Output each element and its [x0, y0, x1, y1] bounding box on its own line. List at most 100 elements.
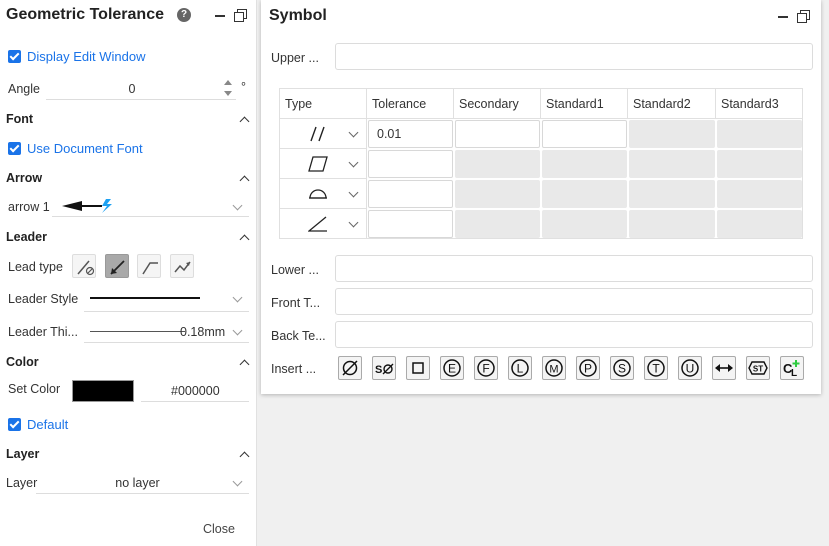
leader-style-preview[interactable] [90, 297, 200, 299]
insert-square-button[interactable] [406, 356, 430, 380]
insert-statistical-button[interactable]: ST [746, 356, 770, 380]
tolerance-input[interactable] [368, 150, 453, 178]
insert-diameter-button[interactable] [338, 356, 362, 380]
svg-text:F: F [482, 362, 489, 376]
default-color-label[interactable]: Default [27, 417, 68, 432]
type-dropdown-icon[interactable] [348, 189, 358, 199]
statistical-tolerance-icon: ST [748, 361, 768, 375]
display-edit-window-checkbox[interactable] [8, 50, 21, 63]
front-text-label: Front T... [271, 296, 321, 310]
svg-text:P: P [584, 362, 592, 376]
upper-text-label: Upper ... [271, 51, 319, 65]
close-button[interactable]: Close [203, 522, 235, 536]
insert-s-button[interactable]: S [610, 356, 634, 380]
insert-l-button[interactable]: L [508, 356, 532, 380]
lower-text-input[interactable] [335, 255, 813, 282]
display-edit-window-label[interactable]: Display Edit Window [27, 49, 146, 64]
restore-icon[interactable] [233, 8, 247, 22]
insert-m-button[interactable]: M [542, 356, 566, 380]
profile-surface-icon [309, 189, 327, 199]
lead-type-none-button[interactable] [72, 254, 96, 278]
leader-collapse-icon[interactable] [239, 233, 249, 243]
circle-e-icon: E [443, 359, 461, 377]
layer-select[interactable]: no layer [40, 476, 235, 490]
table-row-type-cell[interactable] [280, 179, 367, 209]
angle-decrement-icon[interactable] [224, 91, 232, 96]
type-dropdown-icon[interactable] [348, 129, 358, 139]
color-swatch[interactable] [72, 380, 134, 402]
leader-thickness-underline [84, 342, 249, 343]
arrow-select-label[interactable]: arrow 1 [8, 200, 50, 214]
svg-text:U: U [686, 362, 695, 376]
upper-text-input[interactable] [335, 43, 813, 70]
svg-text:M: M [549, 364, 558, 376]
insert-u-button[interactable]: U [678, 356, 702, 380]
arrow-dropdown-icon[interactable] [232, 202, 242, 212]
insert-symbol-label: Insert ... [271, 362, 317, 376]
parallelism-icon [310, 126, 325, 142]
standard3-input [717, 120, 802, 148]
insert-spherical-diameter-button[interactable]: S [372, 356, 396, 380]
circle-t-icon: T [647, 359, 665, 377]
tolerance-input[interactable] [368, 210, 453, 238]
square-icon [412, 362, 424, 374]
arrow-preview-icon [62, 199, 112, 213]
front-text-input[interactable] [335, 288, 813, 315]
standard1-input[interactable] [542, 120, 627, 148]
insert-e-button[interactable]: E [440, 356, 464, 380]
lead-type-straight-button[interactable] [105, 254, 129, 278]
use-document-font-label[interactable]: Use Document Font [27, 141, 143, 156]
angle-underline [46, 99, 236, 100]
arrow-collapse-icon[interactable] [239, 174, 249, 184]
set-color-label: Set Color [8, 382, 61, 396]
leader-style-dropdown-icon[interactable] [232, 294, 242, 304]
minimize-icon[interactable] [213, 8, 227, 22]
layer-dropdown-icon[interactable] [232, 478, 242, 488]
insert-f-button[interactable]: F [474, 356, 498, 380]
tolerance-input[interactable] [368, 180, 453, 208]
secondary-input [455, 210, 540, 238]
symbol-restore-icon[interactable] [796, 9, 810, 23]
table-row-type-cell[interactable] [280, 209, 367, 239]
insert-p-button[interactable]: P [576, 356, 600, 380]
insert-t-button[interactable]: T [644, 356, 668, 380]
layer-collapse-icon[interactable] [239, 450, 249, 460]
secondary-input[interactable] [455, 120, 540, 148]
font-collapse-icon[interactable] [239, 115, 249, 125]
table-header-standard1: Standard1 [541, 89, 628, 119]
standard2-input [629, 150, 715, 178]
layer-section-header[interactable]: Layer [6, 447, 39, 461]
lead-type-bent-button[interactable] [137, 254, 161, 278]
color-hex-input[interactable]: #000000 [171, 384, 220, 398]
type-dropdown-icon[interactable] [348, 219, 358, 229]
leader-section-header[interactable]: Leader [6, 230, 47, 244]
type-dropdown-icon[interactable] [348, 159, 358, 169]
color-section-header[interactable]: Color [6, 355, 39, 369]
font-section-header[interactable]: Font [6, 112, 33, 126]
leader-thickness-value[interactable]: 0.18mm [180, 325, 225, 339]
table-row-type-cell[interactable] [280, 119, 367, 149]
insert-centerline-button[interactable]: CL [780, 356, 804, 380]
angle-input[interactable]: 0 [46, 82, 218, 96]
layer-label: Layer [6, 476, 38, 490]
circle-p-icon: P [579, 359, 597, 377]
color-collapse-icon[interactable] [239, 358, 249, 368]
standard1-input [542, 180, 627, 208]
symbol-minimize-icon[interactable] [776, 9, 790, 23]
standard1-input [542, 150, 627, 178]
default-color-checkbox[interactable] [8, 418, 21, 431]
standard2-input [629, 210, 715, 238]
help-icon[interactable]: ? [177, 8, 191, 22]
back-text-input[interactable] [335, 321, 813, 348]
use-document-font-checkbox[interactable] [8, 142, 21, 155]
insert-between-button[interactable] [712, 356, 736, 380]
tolerance-input[interactable]: 0.01 [368, 120, 453, 148]
leader-thickness-dropdown-icon[interactable] [232, 327, 242, 337]
lead-type-polyline-button[interactable] [170, 254, 194, 278]
angle-increment-icon[interactable] [224, 80, 232, 85]
svg-text:L: L [791, 368, 797, 378]
table-row-type-cell[interactable] [280, 149, 367, 179]
secondary-input [455, 150, 540, 178]
arrow-section-header[interactable]: Arrow [6, 171, 42, 185]
circle-m-icon: M [545, 359, 563, 377]
